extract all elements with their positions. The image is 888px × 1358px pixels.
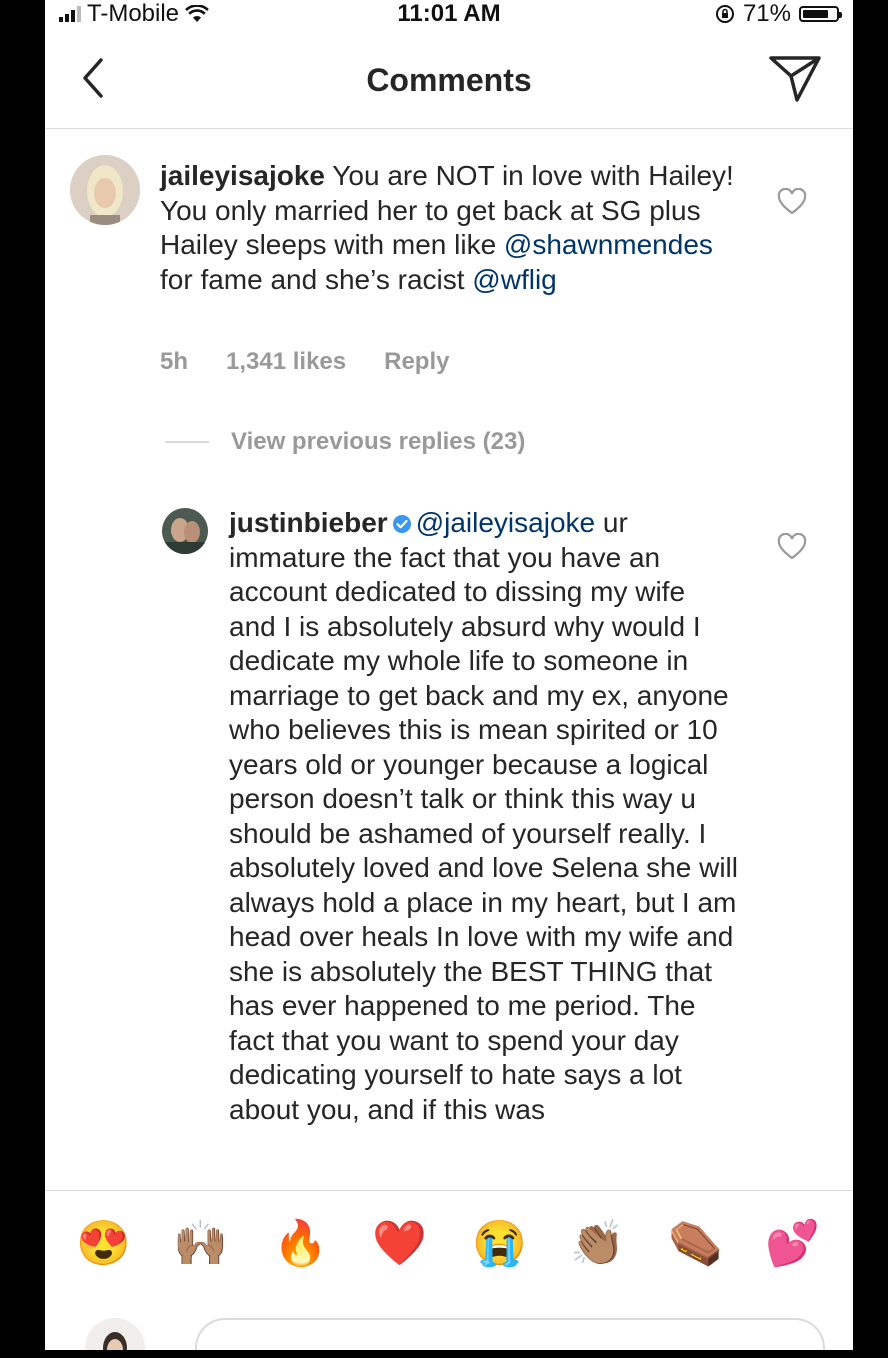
red-heart-emoji-button[interactable]: ❤️ [372, 1217, 427, 1271]
comment-username[interactable]: jaileyisajoke [160, 160, 325, 191]
phone-screen: T-Mobile 11:01 AM 71% Comments jaileyisa… [45, 0, 853, 1350]
battery-icon [799, 6, 842, 22]
paper-plane-icon[interactable] [767, 52, 823, 104]
reply-username[interactable]: justinbieber [229, 507, 388, 538]
clapping-emoji-button[interactable]: 👏🏽 [570, 1217, 625, 1271]
raising-hands-emoji-button[interactable]: 🙌🏽 [173, 1217, 228, 1271]
nav-bar: Comments [45, 30, 853, 129]
mention-link[interactable]: @wflig [472, 264, 556, 295]
avatar-image [70, 155, 140, 225]
emoji-quick-bar: 😍 🙌🏽 🔥 ❤️ 😭 👏🏽 ⚰️ 💕 [45, 1190, 853, 1291]
comment-likes[interactable]: 1,341 likes [226, 348, 346, 376]
comment-input[interactable] [195, 1318, 825, 1350]
fire-emoji-button[interactable]: 🔥 [273, 1217, 328, 1271]
view-previous-replies[interactable]: View previous replies (23) [165, 428, 525, 456]
reply-button[interactable]: Reply [384, 348, 449, 376]
verified-badge-icon [392, 515, 411, 533]
divider-line [165, 441, 209, 443]
battery-percent: 71% [742, 0, 791, 27]
comment-text-part2: for fame and she’s racist [160, 263, 473, 295]
reply-avatar[interactable] [162, 508, 208, 554]
crying-emoji-button[interactable]: 😭 [472, 1217, 527, 1271]
orientation-lock-icon [715, 5, 734, 23]
avatar-image [162, 508, 208, 554]
reply-body: justinbieber @jaileyisajoke ur immature t… [229, 506, 739, 1127]
like-heart-icon[interactable] [777, 533, 807, 561]
current-user-avatar [85, 1318, 145, 1350]
mention-link[interactable]: @jaileyisajoke [416, 507, 595, 538]
comment-meta: 5h 1,341 likes Reply [160, 348, 487, 376]
view-replies-label[interactable]: View previous replies (23) [231, 428, 525, 456]
commenter-avatar[interactable] [70, 155, 140, 225]
like-heart-icon[interactable] [777, 188, 807, 216]
two-hearts-emoji-button[interactable]: 💕 [765, 1217, 820, 1271]
comment-composer [45, 1300, 853, 1350]
comment-time: 5h [160, 348, 189, 375]
comment-body: jaileyisajoke You are NOT in love with H… [160, 159, 740, 297]
status-right: 71% [715, 0, 842, 28]
status-bar: T-Mobile 11:01 AM 71% [45, 0, 853, 30]
mention-link[interactable]: @shawnmendes [504, 229, 713, 260]
coffin-emoji-button[interactable]: ⚰️ [668, 1217, 723, 1271]
page-title: Comments [366, 62, 532, 98]
reply-text: ur immature the fact that you have an ac… [229, 507, 738, 1125]
heart-eyes-emoji-button[interactable]: 😍 [76, 1217, 131, 1271]
